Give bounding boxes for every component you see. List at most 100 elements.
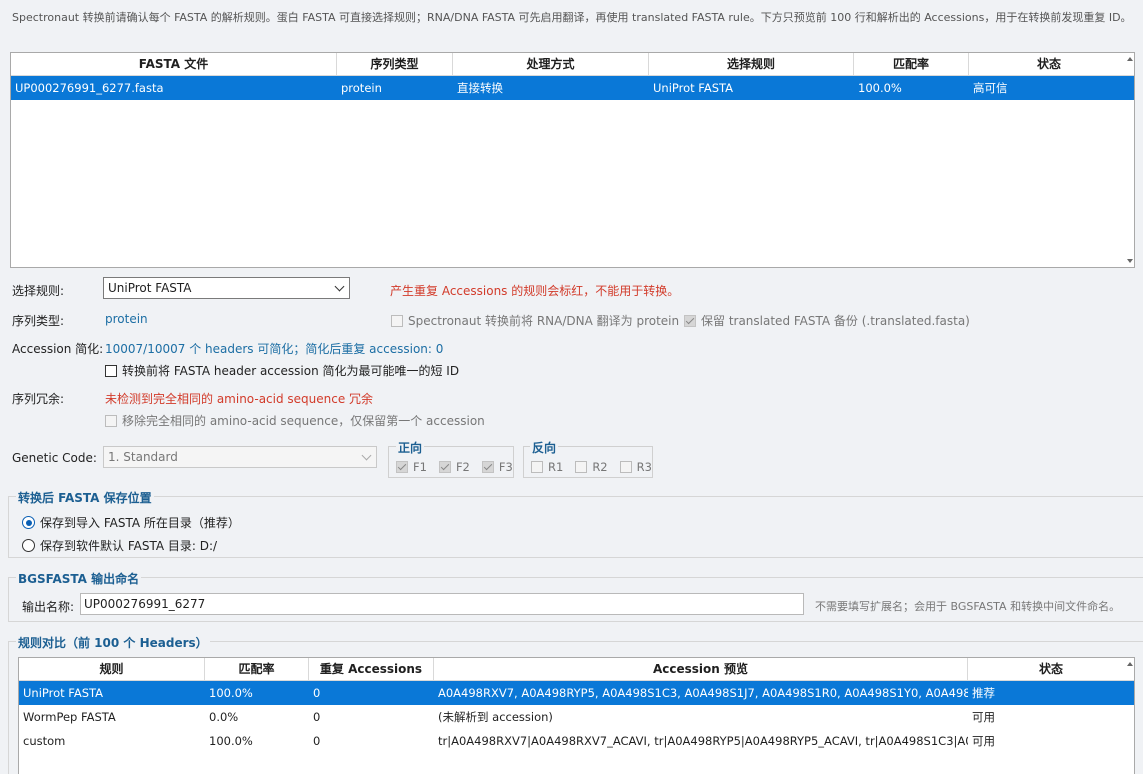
accession-info: 10007/10007 个 headers 可简化；简化后重复 accessio… xyxy=(105,342,444,356)
save-to-default-dir-radio[interactable]: 保存到软件默认 FASTA 目录: D:/ xyxy=(22,537,217,554)
frame-f3[interactable]: F3 xyxy=(481,460,513,474)
save-to-import-dir-radio[interactable]: 保存到导入 FASTA 所在目录（推荐） xyxy=(22,514,240,531)
frame-r1[interactable]: R1 xyxy=(531,460,563,474)
compare-table-header: 规则 匹配率 重复 Accessions Accession 预览 状态 xyxy=(19,658,1134,681)
cell-status: 高可信 xyxy=(973,81,1008,95)
compare-table-scrollbar[interactable] xyxy=(1126,658,1134,774)
col-accession-preview[interactable]: Accession 预览 xyxy=(434,658,968,680)
checkbox-icon xyxy=(391,314,403,327)
checkbox-checked-icon xyxy=(438,460,451,473)
col-rule[interactable]: 选择规则 xyxy=(649,53,854,75)
accession-label: Accession 简化: xyxy=(12,342,104,356)
cell-rule: UniProt FASTA xyxy=(23,686,104,700)
output-name-input[interactable]: UP000276991_6277 xyxy=(80,593,804,615)
compare-title: 规则对比（前 100 个 Headers） xyxy=(16,634,210,651)
rule-warning: 产生重复 Accessions 的规则会标红，不能用于转换。 xyxy=(390,284,680,298)
checkbox-icon xyxy=(575,460,588,473)
files-table-header: FASTA 文件 序列类型 处理方式 选择规则 匹配率 状态 xyxy=(11,53,1134,76)
description-text: Spectronaut 转换前请确认每个 FASTA 的解析规则。蛋白 FAST… xyxy=(12,11,1132,24)
cell-match-rate: 100.0% xyxy=(209,734,253,748)
frame-f2-label: F2 xyxy=(455,460,470,474)
rule-label: 选择规则: xyxy=(12,284,65,298)
cell-seq-type: protein xyxy=(341,81,382,95)
cell-duplicates: 0 xyxy=(313,686,321,700)
keep-translated-checkbox[interactable]: 保留 translated FASTA 备份 (.translated.fast… xyxy=(684,312,970,329)
output-naming-title: BGSFASTA 输出命名 xyxy=(16,570,142,587)
simplify-accession-checkbox[interactable]: 转换前将 FASTA header accession 简化为最可能唯一的短 I… xyxy=(105,362,459,379)
translate-checkbox[interactable]: Spectronaut 转换前将 RNA/DNA 翻译为 protein xyxy=(391,312,679,329)
files-table-scrollbar[interactable] xyxy=(1126,53,1134,267)
table-row[interactable]: UP000276991_6277.fasta protein 直接转换 UniP… xyxy=(11,76,1134,100)
redundancy-info: 未检测到完全相同的 amino-acid sequence 冗余 xyxy=(105,392,374,406)
frame-r2-label: R2 xyxy=(592,460,608,474)
save-to-default-dir-label: 保存到软件默认 FASTA 目录: D:/ xyxy=(40,539,218,553)
output-name-label: 输出名称: xyxy=(22,600,75,614)
genetic-code-select[interactable]: 1. Standard xyxy=(103,446,377,468)
cell-status: 可用 xyxy=(972,734,995,748)
frame-f3-label: F3 xyxy=(498,460,513,474)
col-rule[interactable]: 规则 xyxy=(19,658,205,680)
rule-select-value: UniProt FASTA xyxy=(108,281,192,295)
scroll-down-icon[interactable] xyxy=(1127,259,1133,263)
rule-select[interactable]: UniProt FASTA xyxy=(103,277,350,299)
forward-options: F1 F2 F3 xyxy=(396,460,513,474)
compare-table[interactable]: 规则 匹配率 重复 Accessions Accession 预览 状态 Uni… xyxy=(18,657,1135,774)
table-row[interactable]: UniProt FASTA 100.0% 0 A0A498RXV7, A0A49… xyxy=(19,681,1134,705)
cell-match-rate: 100.0% xyxy=(858,81,902,95)
checkbox-icon xyxy=(531,460,543,473)
frame-r1-label: R1 xyxy=(548,460,564,474)
frame-r2[interactable]: R2 xyxy=(575,460,608,474)
col-match-rate[interactable]: 匹配率 xyxy=(205,658,309,680)
table-row[interactable]: WormPep FASTA 0.0% 0 (未解析到 accession) 可用 xyxy=(19,705,1134,729)
seq-type-value: protein xyxy=(105,312,148,326)
forward-title: 正向 xyxy=(396,439,425,456)
radio-selected-icon xyxy=(22,516,35,529)
checkbox-icon xyxy=(105,414,117,427)
cell-status: 推荐 xyxy=(972,686,995,700)
frame-r3[interactable]: R3 xyxy=(619,460,652,474)
col-process[interactable]: 处理方式 xyxy=(453,53,649,75)
frame-f1-label: F1 xyxy=(413,460,427,474)
checkbox-checked-icon xyxy=(481,460,494,473)
output-name-hint: 不需要填写扩展名；会用于 BGSFASTA 和转换中间文件命名。 xyxy=(815,600,1121,613)
frame-f2[interactable]: F2 xyxy=(438,460,470,474)
cell-accession-preview: tr|A0A498RXV7|A0A498RXV7_ACAVI, tr|A0A49… xyxy=(438,734,968,748)
col-status[interactable]: 状态 xyxy=(968,658,1134,680)
frame-r3-label: R3 xyxy=(636,460,652,474)
cell-match-rate: 100.0% xyxy=(209,686,253,700)
checkbox-icon xyxy=(105,364,117,377)
cell-rule: WormPep FASTA xyxy=(23,710,116,724)
genetic-code-label: Genetic Code: xyxy=(12,451,97,465)
col-status[interactable]: 状态 xyxy=(969,53,1129,75)
remove-redundant-label: 移除完全相同的 amino-acid sequence，仅保留第一个 acces… xyxy=(122,414,485,428)
cell-file: UP000276991_6277.fasta xyxy=(15,81,164,95)
cell-process: 直接转换 xyxy=(457,81,503,95)
reverse-options: R1 R2 R3 xyxy=(531,460,652,474)
cell-status: 可用 xyxy=(972,710,995,724)
scroll-up-icon[interactable] xyxy=(1127,57,1133,61)
fasta-files-table[interactable]: FASTA 文件 序列类型 处理方式 选择规则 匹配率 状态 UP0002769… xyxy=(10,52,1135,268)
col-seq-type[interactable]: 序列类型 xyxy=(337,53,453,75)
col-fasta-file[interactable]: FASTA 文件 xyxy=(11,53,337,75)
cell-duplicates: 0 xyxy=(313,710,321,724)
translate-checkbox-label: Spectronaut 转换前将 RNA/DNA 翻译为 protein xyxy=(408,314,680,328)
keep-translated-label: 保留 translated FASTA 备份 (.translated.fast… xyxy=(701,314,970,328)
seq-type-label: 序列类型: xyxy=(12,314,65,328)
redundancy-label: 序列冗余: xyxy=(12,392,65,406)
col-duplicates[interactable]: 重复 Accessions xyxy=(309,658,434,680)
checkbox-icon xyxy=(619,460,632,473)
cell-rule: custom xyxy=(23,734,66,748)
chevron-down-icon xyxy=(361,450,372,461)
checkbox-checked-icon xyxy=(684,314,696,327)
col-match-rate[interactable]: 匹配率 xyxy=(854,53,969,75)
scroll-up-icon[interactable] xyxy=(1127,662,1133,666)
cell-accession-preview: (未解析到 accession) xyxy=(438,710,553,724)
remove-redundant-checkbox[interactable]: 移除完全相同的 amino-acid sequence，仅保留第一个 acces… xyxy=(105,412,485,429)
cell-rule: UniProt FASTA xyxy=(653,81,734,95)
cell-match-rate: 0.0% xyxy=(209,710,239,724)
frame-f1[interactable]: F1 xyxy=(396,460,427,474)
table-row[interactable]: custom 100.0% 0 tr|A0A498RXV7|A0A498RXV7… xyxy=(19,729,1134,753)
cell-duplicates: 0 xyxy=(313,734,321,748)
save-location-title: 转换后 FASTA 保存位置 xyxy=(16,489,154,506)
simplify-accession-label: 转换前将 FASTA header accession 简化为最可能唯一的短 I… xyxy=(122,364,460,378)
